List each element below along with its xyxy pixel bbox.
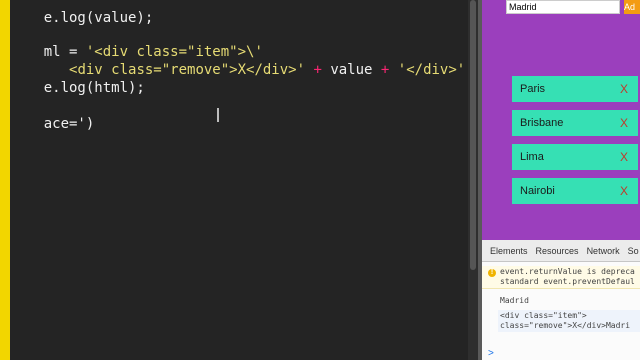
browser-preview: Madrid Ad Paris X Brisbane X Lima X Nair… (482, 0, 640, 240)
tab-elements[interactable]: Elements (482, 240, 532, 262)
code-line-5[interactable]: ace=') (10, 100, 95, 148)
list-item: Nairobi X (512, 178, 638, 204)
code-editor[interactable]: e.log(value); ml = '<div class="item">\'… (0, 0, 478, 360)
code-token: ace=') (43, 116, 95, 132)
code-operator: + (305, 62, 331, 78)
editor-scrollbar-thumb[interactable] (470, 0, 476, 270)
devtools-tabbar: Elements Resources Network So (482, 240, 640, 262)
item-label: Paris (520, 83, 546, 95)
city-input[interactable]: Madrid (506, 0, 620, 14)
remove-button[interactable]: X (620, 178, 628, 204)
console-warning: ! event.returnValue is depreca standard … (482, 266, 640, 289)
code-token: value (330, 62, 373, 78)
warning-icon: ! (488, 269, 496, 277)
item-label: Brisbane (520, 117, 564, 129)
tab-sources[interactable]: So (624, 240, 640, 262)
code-token: e.log(html); (43, 80, 145, 96)
list-item: Brisbane X (512, 110, 638, 136)
console-prompt-icon[interactable]: > (488, 348, 494, 359)
warning-text-line1: event.returnValue is depreca (500, 267, 635, 276)
tab-resources[interactable]: Resources (532, 240, 583, 262)
html-output-line1: <div class="item"> (500, 311, 587, 320)
code-string: '</div>'; (397, 62, 474, 78)
add-button[interactable]: Ad (624, 0, 640, 14)
text-cursor-icon (217, 108, 219, 122)
remove-button[interactable]: X (620, 144, 628, 170)
devtools-panel: Elements Resources Network So ! event.retur… (482, 240, 640, 360)
html-output-line2: class="remove">X</div>Madri (500, 321, 631, 330)
tab-network[interactable]: Network (583, 240, 624, 262)
code-token: e.log(value); (43, 10, 154, 26)
editor-gutter (0, 0, 10, 360)
code-operator: + (372, 62, 398, 78)
remove-button[interactable]: X (620, 76, 628, 102)
list-item: Paris X (512, 76, 638, 102)
list-item: Lima X (512, 144, 638, 170)
remove-button[interactable]: X (620, 110, 628, 136)
item-label: Lima (520, 151, 544, 163)
console-log-value: Madrid (500, 296, 529, 305)
warning-text-line2: standard event.preventDefaul (500, 277, 635, 286)
item-label: Nairobi (520, 185, 555, 197)
console-output[interactable]: ! event.returnValue is depreca standard … (482, 262, 640, 360)
console-log-html: <div class="item"> class="remove">X</div… (498, 310, 640, 332)
